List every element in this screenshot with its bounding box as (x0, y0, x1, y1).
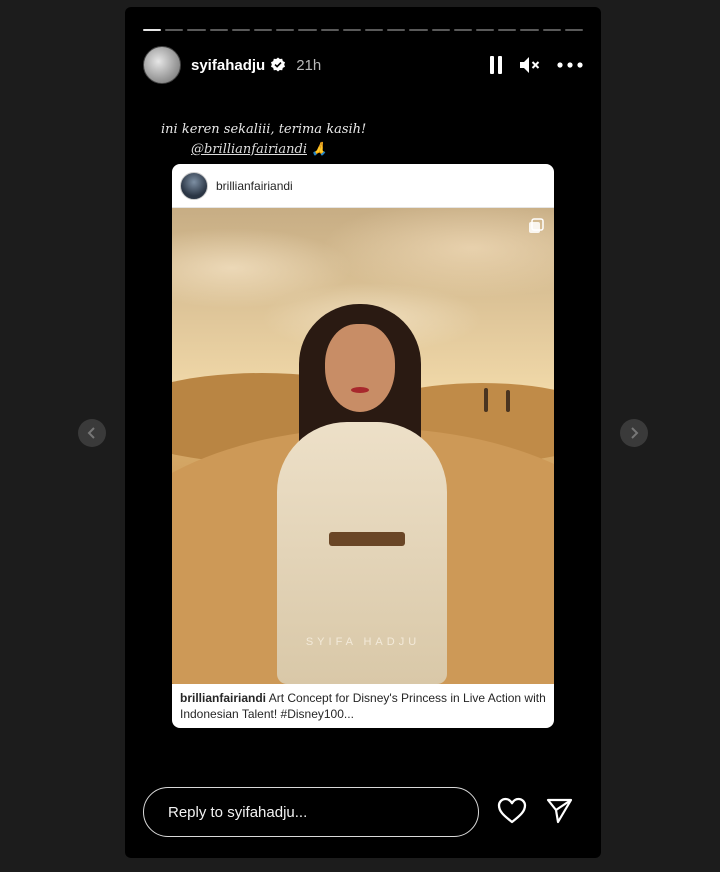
verified-badge-icon (271, 57, 286, 72)
progress-segment (143, 29, 162, 31)
more-icon (557, 62, 583, 68)
progress-segment (320, 29, 339, 31)
princess-figure (257, 304, 462, 684)
distant-figure (484, 388, 488, 412)
image-watermark: SYIFA HADJU (305, 636, 421, 648)
shared-post-caption-user: brillianfairiandi (180, 691, 267, 705)
shared-post-image: SYIFA HADJU (172, 208, 554, 684)
progress-segment (231, 29, 251, 31)
shared-post-header: brillianfairiandi (172, 164, 554, 208)
progress-segment (520, 29, 539, 31)
caption-text: ini keren sekaliii, terima kasih! (161, 122, 367, 137)
progress-segment (365, 29, 384, 31)
shared-post-username: brillianfairiandi (216, 178, 293, 193)
progress-segment (209, 29, 228, 31)
heart-icon (497, 797, 527, 824)
progress-segment (564, 29, 584, 31)
progress-segment (254, 29, 273, 31)
story-viewer: syifahadju 21h ini keren sekaliii, terim… (125, 7, 601, 858)
distant-figure (506, 390, 510, 412)
carousel-icon (529, 218, 544, 233)
story-timestamp: 21h (296, 56, 322, 74)
next-story-button[interactable] (620, 419, 648, 447)
mute-button[interactable] (519, 56, 541, 74)
chevron-right-icon (631, 427, 639, 439)
progress-segment (387, 29, 406, 31)
progress-segment (476, 29, 495, 31)
share-button[interactable] (545, 797, 573, 825)
progress-segment (453, 29, 473, 31)
progress-segment (542, 29, 561, 31)
story-caption: ini keren sekaliii, terima kasih! @brill… (161, 120, 366, 160)
pray-emoji-icon: 🙏 (311, 142, 328, 157)
shared-post-card[interactable]: brillianfairiandi SYIFA HADJU brillianfa… (172, 164, 554, 728)
shared-post-caption: brillianfairiandi Art Concept for Disney… (172, 684, 554, 728)
shared-post-avatar (180, 171, 208, 200)
more-options-button[interactable] (557, 62, 583, 68)
send-icon (546, 798, 573, 824)
progress-segment (276, 29, 295, 31)
progress-segment (498, 29, 517, 31)
mute-icon (520, 57, 540, 73)
story-progress-bar (143, 29, 584, 31)
progress-segment (187, 29, 206, 31)
progress-segment (409, 29, 428, 31)
progress-segment (298, 29, 317, 31)
previous-story-button[interactable] (78, 419, 106, 447)
like-button[interactable] (497, 797, 527, 825)
pause-icon (490, 56, 502, 74)
story-header: syifahadju 21h (143, 45, 583, 85)
progress-segment (165, 29, 184, 31)
avatar[interactable] (143, 46, 181, 84)
pause-button[interactable] (489, 56, 503, 74)
progress-segment (342, 29, 362, 31)
story-username[interactable]: syifahadju (191, 57, 265, 74)
chevron-left-icon (87, 427, 95, 439)
caption-mention[interactable]: @brillianfairiandi (191, 142, 307, 157)
progress-segment (431, 29, 450, 31)
reply-input[interactable] (143, 787, 479, 837)
